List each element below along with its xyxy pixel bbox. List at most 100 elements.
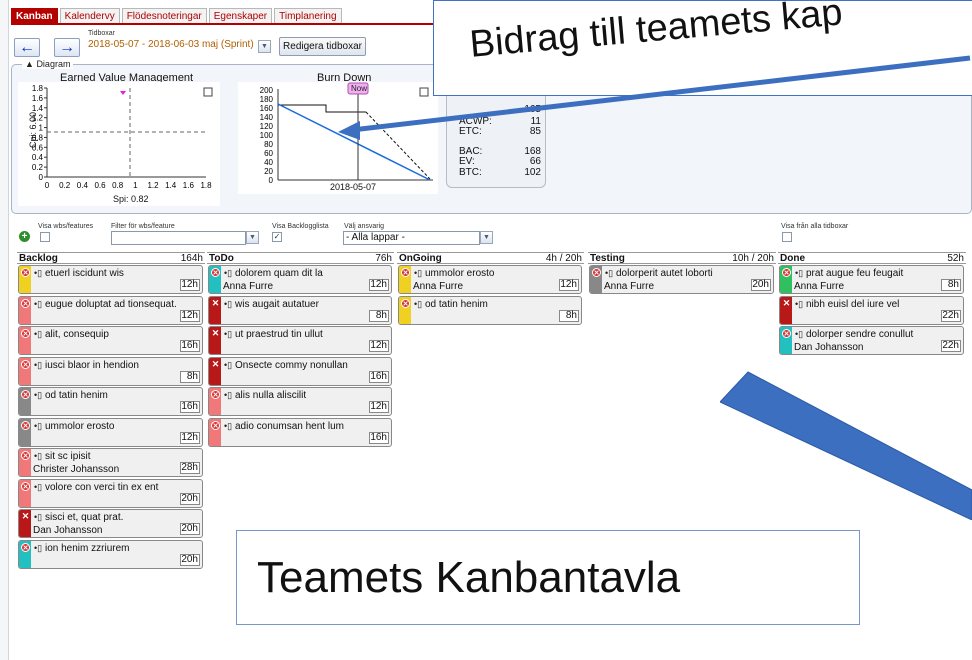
drag-handle-icon[interactable]: •▯ [34, 268, 42, 279]
tidboxar-dropdown-button[interactable]: ▼ [258, 40, 271, 53]
kanban-card[interactable]: ✕ •▯ nibh euisl del iure vel 22h [779, 295, 964, 325]
drag-handle-icon[interactable]: •▯ [224, 360, 232, 371]
drag-handle-icon[interactable]: •▯ [795, 268, 803, 279]
kanban-card[interactable]: ✕ •▯ Onsecte commy nonullan 16h [208, 356, 392, 386]
delete-icon[interactable]: ✕ [211, 268, 220, 277]
card-hours: 16h [180, 401, 200, 413]
delete-icon[interactable]: ✕ [21, 359, 30, 369]
delete-icon[interactable]: ✕ [211, 420, 220, 430]
delete-icon[interactable]: ✕ [21, 542, 30, 552]
kanban-card[interactable]: ✕ •▯ volore con verci tin ex ent 20h [18, 478, 203, 508]
drag-handle-icon[interactable]: •▯ [414, 299, 422, 310]
kanban-card[interactable]: ✕ •▯ od tatin henim 16h [18, 387, 203, 416]
delete-icon[interactable]: ✕ [21, 512, 30, 521]
drag-handle-icon[interactable]: •▯ [34, 421, 42, 432]
burndown-y-tick-label: 140 [260, 113, 274, 122]
drag-handle-icon[interactable]: •▯ [34, 390, 42, 401]
delete-icon[interactable]: ✕ [21, 298, 30, 308]
arrow-right-icon: → [59, 38, 75, 56]
delete-icon[interactable]: ✕ [782, 329, 791, 338]
kanban-card[interactable]: ✕ •▯ alis nulla aliscilit 12h [208, 387, 392, 416]
card-hours: 12h [559, 279, 579, 291]
drag-handle-icon[interactable]: •▯ [34, 329, 42, 340]
delete-icon[interactable]: ✕ [211, 390, 220, 399]
card-owner: Dan Johansson [794, 342, 864, 353]
card-title: sisci et, quat prat. [45, 512, 124, 523]
card-hours: 20h [180, 553, 200, 566]
kanban-card[interactable]: ✕ •▯ od tatin henim 8h [398, 295, 582, 325]
drag-handle-icon[interactable]: •▯ [224, 299, 232, 310]
card-title: alis nulla aliscilit [235, 390, 307, 401]
add-icon[interactable]: + [19, 231, 30, 242]
kanban-card[interactable]: ✕ •▯ ion henim zzriurem 20h [18, 539, 203, 569]
drag-handle-icon[interactable]: •▯ [34, 299, 42, 310]
kanban-card[interactable]: ✕ •▯ dolorper sendre conullut Dan Johansson… [779, 326, 964, 355]
drag-handle-icon[interactable]: •▯ [34, 482, 42, 493]
delete-icon[interactable]: ✕ [21, 451, 30, 460]
drag-handle-icon[interactable]: •▯ [34, 512, 42, 523]
visa-wbs-label: Visa wbs/features [38, 223, 94, 230]
filter-wbs-input[interactable] [111, 231, 246, 245]
drag-handle-icon[interactable]: •▯ [795, 299, 803, 310]
delete-icon[interactable]: ✕ [21, 481, 30, 491]
column-hours: 10h / 20h [732, 253, 774, 264]
drag-handle-icon[interactable]: •▯ [414, 268, 422, 279]
tab-flodesnoteringar[interactable]: Flödesnoteringar [121, 8, 207, 23]
diagram-legend[interactable]: ▲ Diagram [22, 59, 74, 69]
visa-wbs-checkbox[interactable] [40, 232, 50, 242]
delete-icon[interactable]: ✕ [401, 298, 410, 308]
drag-handle-icon[interactable]: •▯ [224, 329, 232, 340]
next-arrow-button[interactable]: → [54, 38, 80, 57]
card-title: prat augue feu feugait [806, 268, 904, 279]
metric-row: EV: 66 [459, 156, 541, 167]
delete-icon[interactable]: ✕ [401, 268, 410, 277]
drag-handle-icon[interactable]: •▯ [34, 543, 42, 554]
kanban-card[interactable]: ✕ •▯ ummolor erosto 12h [18, 417, 203, 447]
delete-icon[interactable]: ✕ [211, 298, 220, 308]
tab-kalendervy[interactable]: Kalendervy [59, 8, 120, 23]
delete-icon[interactable]: ✕ [21, 420, 30, 430]
ansvarig-dropdown-button[interactable]: ▼ [480, 231, 493, 244]
drag-handle-icon[interactable]: •▯ [34, 451, 42, 462]
tab-kanban[interactable]: Kanban [11, 8, 58, 23]
evm-x-label: Spi: 0.82 [113, 194, 149, 204]
evm-y-tick-label: 1.4 [32, 104, 44, 113]
evm-x-tick-label: 1.4 [165, 181, 177, 190]
kanban-card[interactable]: ✕ •▯ ut praestrud tin ullut 12h [208, 326, 392, 355]
visa-alla-label: Visa från alla tidboxar [781, 223, 849, 230]
kanban-card[interactable]: ✕ •▯ eugue doluptat ad tionsequat. 12h [18, 295, 203, 325]
visa-alla-checkbox[interactable] [782, 232, 792, 242]
previous-arrow-button[interactable]: ← [14, 38, 40, 57]
delete-icon[interactable]: ✕ [592, 268, 601, 277]
kanban-card[interactable]: ✕ •▯ dolorperit autet loborti Anna Furre 20h [589, 265, 774, 294]
kanban-card[interactable]: ✕ •▯ iusci blaor in hendion 8h [18, 356, 203, 386]
kanban-card[interactable]: ✕ •▯ etuerl iscidunt wis 12h [18, 265, 203, 294]
drag-handle-icon[interactable]: •▯ [224, 268, 232, 279]
delete-icon[interactable]: ✕ [782, 268, 791, 277]
delete-icon[interactable]: ✕ [21, 268, 30, 277]
kanban-card[interactable]: ✕ •▯ sisci et, quat prat. Dan Johansson 20h [18, 509, 203, 538]
tab-egenskaper[interactable]: Egenskaper [208, 8, 273, 23]
visa-backlog-checkbox[interactable]: ✓ [272, 232, 282, 242]
kanban-card[interactable]: ✕ •▯ ummolor erosto Anna Furre 12h [398, 265, 582, 294]
delete-icon[interactable]: ✕ [211, 359, 220, 369]
kanban-card[interactable]: ✕ •▯ sit sc ipisit Christer Johansson 28h [18, 448, 203, 477]
tidboxar-select[interactable]: 2018-05-07 - 2018-06-03 maj (Sprint) [88, 39, 254, 50]
kanban-card[interactable]: ✕ •▯ wis augait autatuer 8h [208, 295, 392, 325]
drag-handle-icon[interactable]: •▯ [224, 421, 232, 432]
drag-handle-icon[interactable]: •▯ [605, 268, 613, 279]
ansvarig-select[interactable]: - Alla lappar - [343, 231, 480, 245]
callout-text-bottom: Teamets Kanbantavla [257, 553, 681, 602]
drag-handle-icon[interactable]: •▯ [224, 390, 232, 401]
drag-handle-icon[interactable]: •▯ [34, 360, 42, 371]
filter-wbs-dropdown-button[interactable]: ▼ [246, 231, 259, 244]
delete-icon[interactable]: ✕ [21, 390, 30, 399]
delete-icon[interactable]: ✕ [211, 329, 220, 338]
kanban-card[interactable]: ✕ •▯ alit, consequip 16h [18, 326, 203, 355]
delete-icon[interactable]: ✕ [782, 298, 791, 308]
kanban-card[interactable]: ✕ •▯ prat augue feu feugait Anna Furre 8h [779, 265, 964, 294]
drag-handle-icon[interactable]: •▯ [795, 329, 803, 340]
delete-icon[interactable]: ✕ [21, 329, 30, 338]
kanban-card[interactable]: ✕ •▯ dolorem quam dit la Anna Furre 12h [208, 265, 392, 294]
kanban-card[interactable]: ✕ •▯ adio conumsan hent lum 16h [208, 417, 392, 447]
